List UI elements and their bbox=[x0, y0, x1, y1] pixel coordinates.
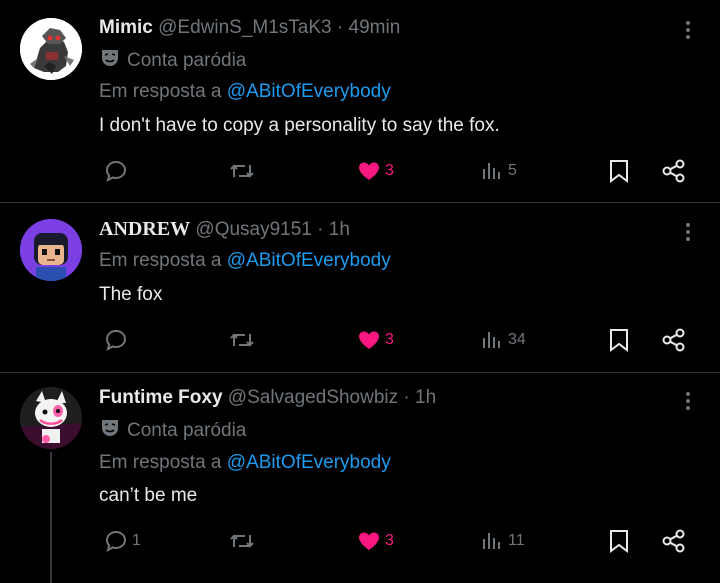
reply-prefix: Em resposta a bbox=[99, 81, 222, 102]
repost-button[interactable] bbox=[229, 325, 259, 355]
like-button[interactable]: 3 bbox=[357, 526, 394, 556]
more-vertical-icon bbox=[686, 21, 690, 39]
display-name[interactable]: Mimic bbox=[99, 17, 153, 38]
views-button[interactable]: 34 bbox=[480, 325, 526, 355]
like-count: 3 bbox=[385, 162, 394, 179]
avatar[interactable] bbox=[20, 18, 82, 80]
bar-chart-icon bbox=[483, 332, 500, 348]
more-vertical-icon bbox=[686, 223, 690, 241]
share-icon bbox=[662, 529, 685, 553]
reply-context: Em resposta a @ABitOfEverybody bbox=[99, 81, 391, 103]
bookmark-button[interactable] bbox=[607, 156, 631, 186]
parody-label: Conta paródia bbox=[99, 417, 246, 442]
timestamp[interactable]: 1h bbox=[329, 219, 350, 240]
heart-icon bbox=[359, 162, 379, 180]
post-text: I don't have to copy a personality to sa… bbox=[99, 115, 500, 136]
repost-button[interactable] bbox=[229, 156, 259, 186]
timestamp[interactable]: 49min bbox=[349, 17, 401, 38]
action-bar: 3 5 bbox=[0, 156, 720, 186]
bookmark-button[interactable] bbox=[607, 526, 631, 556]
speech-bubble-icon bbox=[105, 530, 127, 552]
post-2[interactable]: ANDREW @Qusay9151 · 1h Em resposta a @AB… bbox=[0, 203, 720, 373]
reply-mention-link[interactable]: @ABitOfEverybody bbox=[227, 250, 391, 271]
heart-icon bbox=[359, 331, 379, 349]
more-options-button[interactable] bbox=[680, 220, 696, 244]
parody-label: Conta paródia bbox=[99, 47, 246, 72]
separator-dot: · bbox=[317, 219, 324, 240]
repost-arrows-icon bbox=[230, 333, 254, 347]
separator-dot: · bbox=[403, 387, 410, 408]
post-text: can’t be me bbox=[99, 485, 198, 506]
speech-bubble-icon bbox=[105, 160, 127, 182]
views-button[interactable]: 5 bbox=[480, 156, 517, 186]
reply-mention-link[interactable]: @ABitOfEverybody bbox=[227, 81, 391, 102]
theater-mask-icon bbox=[102, 420, 118, 436]
bookmark-icon bbox=[610, 160, 628, 183]
display-name[interactable]: Funtime Foxy bbox=[99, 387, 223, 408]
action-bar: 1 3 11 bbox=[0, 526, 720, 556]
like-count: 3 bbox=[385, 331, 394, 348]
reply-mention-link[interactable]: @ABitOfEverybody bbox=[227, 452, 391, 473]
view-count: 5 bbox=[508, 162, 517, 179]
like-button[interactable]: 3 bbox=[357, 156, 394, 186]
like-count: 3 bbox=[385, 532, 394, 549]
bar-chart-icon bbox=[483, 533, 500, 549]
reply-context: Em resposta a @ABitOfEverybody bbox=[99, 250, 391, 272]
user-handle[interactable]: @SalvagedShowbiz bbox=[228, 387, 398, 408]
avatar[interactable] bbox=[20, 387, 82, 449]
post-header: Mimic @EdwinS_M1sTaK3 · 49min bbox=[99, 17, 400, 39]
post-1[interactable]: Mimic @EdwinS_M1sTaK3 · 49min Conta paró… bbox=[0, 0, 720, 202]
repost-arrows-icon bbox=[230, 534, 254, 548]
reply-count: 1 bbox=[132, 532, 141, 549]
user-handle[interactable]: @EdwinS_M1sTaK3 bbox=[158, 17, 331, 38]
reply-button[interactable] bbox=[104, 325, 132, 355]
display-name[interactable]: ANDREW bbox=[99, 218, 190, 240]
like-button[interactable]: 3 bbox=[357, 325, 394, 355]
parody-text: Conta paródia bbox=[127, 420, 247, 441]
bookmark-icon bbox=[610, 329, 628, 352]
post-header: Funtime Foxy @SalvagedShowbiz · 1h bbox=[99, 387, 436, 409]
reply-prefix: Em resposta a bbox=[99, 452, 222, 473]
share-button[interactable] bbox=[661, 156, 687, 186]
views-button[interactable]: 11 bbox=[480, 526, 525, 556]
avatar[interactable] bbox=[20, 219, 82, 281]
share-icon bbox=[662, 328, 685, 352]
reply-button[interactable] bbox=[104, 156, 132, 186]
post-3[interactable]: Funtime Foxy @SalvagedShowbiz · 1h Conta… bbox=[0, 373, 720, 583]
repost-arrows-icon bbox=[230, 164, 254, 178]
view-count: 34 bbox=[508, 331, 526, 348]
parody-text: Conta paródia bbox=[127, 50, 247, 71]
action-bar: 3 34 bbox=[0, 325, 720, 355]
bar-chart-icon bbox=[483, 163, 500, 179]
speech-bubble-icon bbox=[105, 329, 127, 351]
theater-mask-icon bbox=[102, 50, 118, 66]
timestamp[interactable]: 1h bbox=[415, 387, 436, 408]
more-options-button[interactable] bbox=[680, 389, 696, 413]
share-icon bbox=[662, 159, 685, 183]
user-handle[interactable]: @Qusay9151 bbox=[195, 219, 311, 240]
share-button[interactable] bbox=[661, 325, 687, 355]
reply-button[interactable]: 1 bbox=[104, 526, 141, 556]
more-options-button[interactable] bbox=[680, 18, 696, 42]
repost-button[interactable] bbox=[229, 526, 259, 556]
bookmark-icon bbox=[610, 530, 628, 553]
reply-context: Em resposta a @ABitOfEverybody bbox=[99, 452, 391, 474]
bookmark-button[interactable] bbox=[607, 325, 631, 355]
post-header: ANDREW @Qusay9151 · 1h bbox=[99, 218, 350, 241]
more-vertical-icon bbox=[686, 392, 690, 410]
post-text: The fox bbox=[99, 284, 163, 305]
heart-icon bbox=[359, 532, 379, 550]
view-count: 11 bbox=[508, 532, 525, 549]
separator-dot: · bbox=[336, 17, 344, 38]
share-button[interactable] bbox=[661, 526, 687, 556]
reply-prefix: Em resposta a bbox=[99, 250, 222, 271]
